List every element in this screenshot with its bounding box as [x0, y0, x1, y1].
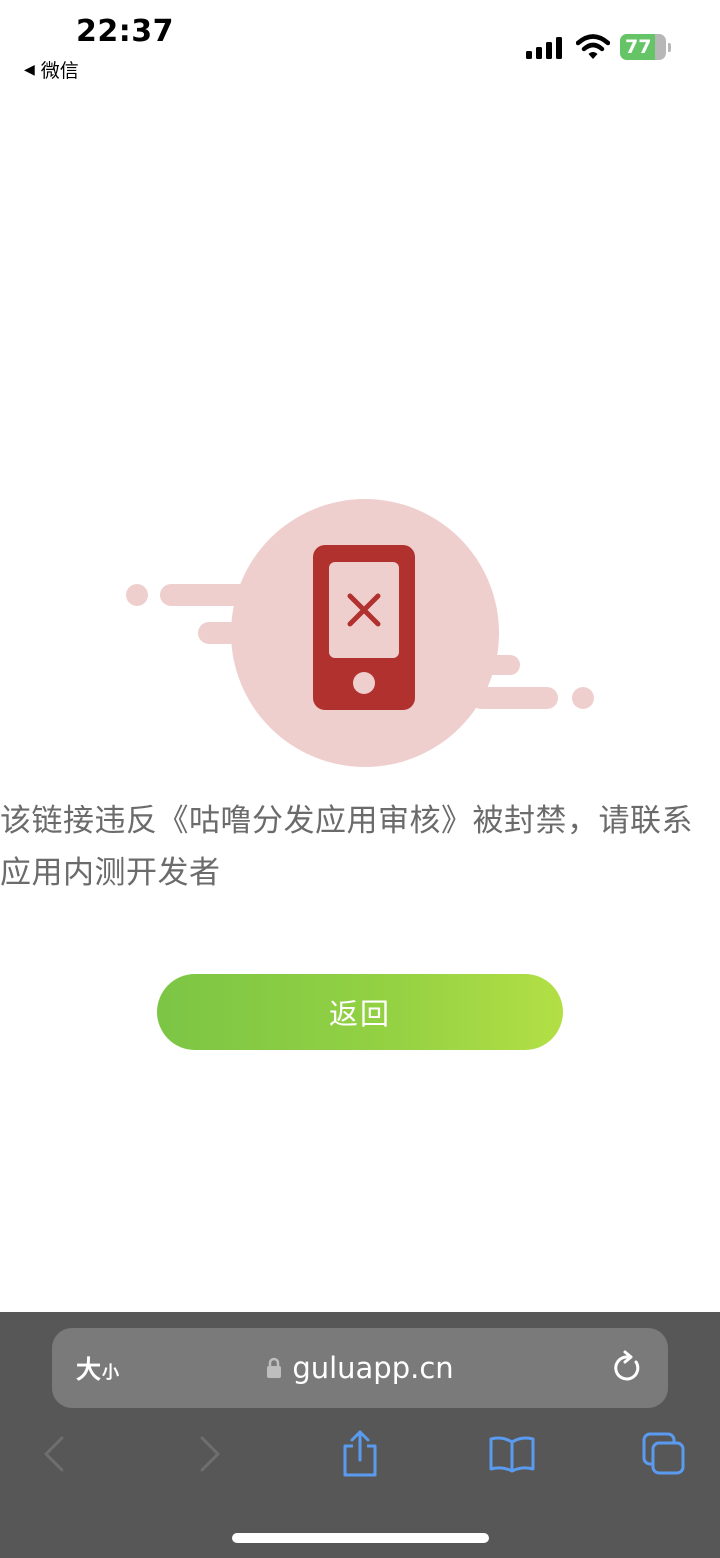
bookmarks-button[interactable] — [482, 1424, 542, 1484]
back-triangle-icon: ◀ — [24, 61, 35, 78]
bookmarks-icon — [489, 1436, 535, 1473]
forward-icon — [200, 1436, 220, 1472]
share-button[interactable] — [330, 1424, 390, 1484]
tabs-icon — [642, 1432, 685, 1475]
status-time: 22:37 — [76, 14, 174, 49]
home-indicator — [232, 1533, 489, 1543]
illustration-dot-right — [572, 687, 594, 709]
back-to-app-link[interactable]: ◀ 微信 — [24, 56, 79, 83]
blocked-phone-illustration — [126, 499, 594, 767]
browser-bottom-bar: 大小 guluapp.cn — [0, 1312, 720, 1558]
tabs-button[interactable] — [634, 1424, 694, 1484]
back-nav-button[interactable] — [24, 1424, 84, 1484]
back-icon — [44, 1436, 64, 1472]
browser-toolbar — [0, 1424, 720, 1484]
lock-icon — [267, 1357, 282, 1378]
wifi-icon — [576, 34, 610, 59]
back-app-label: 微信 — [40, 60, 79, 82]
cellular-signal-icon — [526, 37, 562, 59]
battery-level: 77 — [625, 36, 652, 58]
illustration-streak-4 — [470, 687, 558, 709]
return-button[interactable]: 返回 — [157, 974, 563, 1050]
status-bar: 22:37 ◀ 微信 77 — [0, 0, 720, 90]
illustration-streak-3 — [470, 655, 520, 675]
share-icon — [343, 1430, 377, 1477]
phone-blocked-icon — [313, 545, 415, 710]
battery-indicator: 77 — [620, 34, 672, 62]
forward-nav-button[interactable] — [180, 1424, 240, 1484]
url-text: guluapp.cn — [292, 1351, 454, 1385]
address-bar[interactable]: 大小 guluapp.cn — [52, 1328, 668, 1408]
illustration-dot-left — [126, 584, 148, 606]
ban-message: 该链接违反《咕噜分发应用审核》被封禁，请联系应用内测开发者 — [0, 803, 693, 891]
reload-icon[interactable] — [610, 1350, 644, 1386]
